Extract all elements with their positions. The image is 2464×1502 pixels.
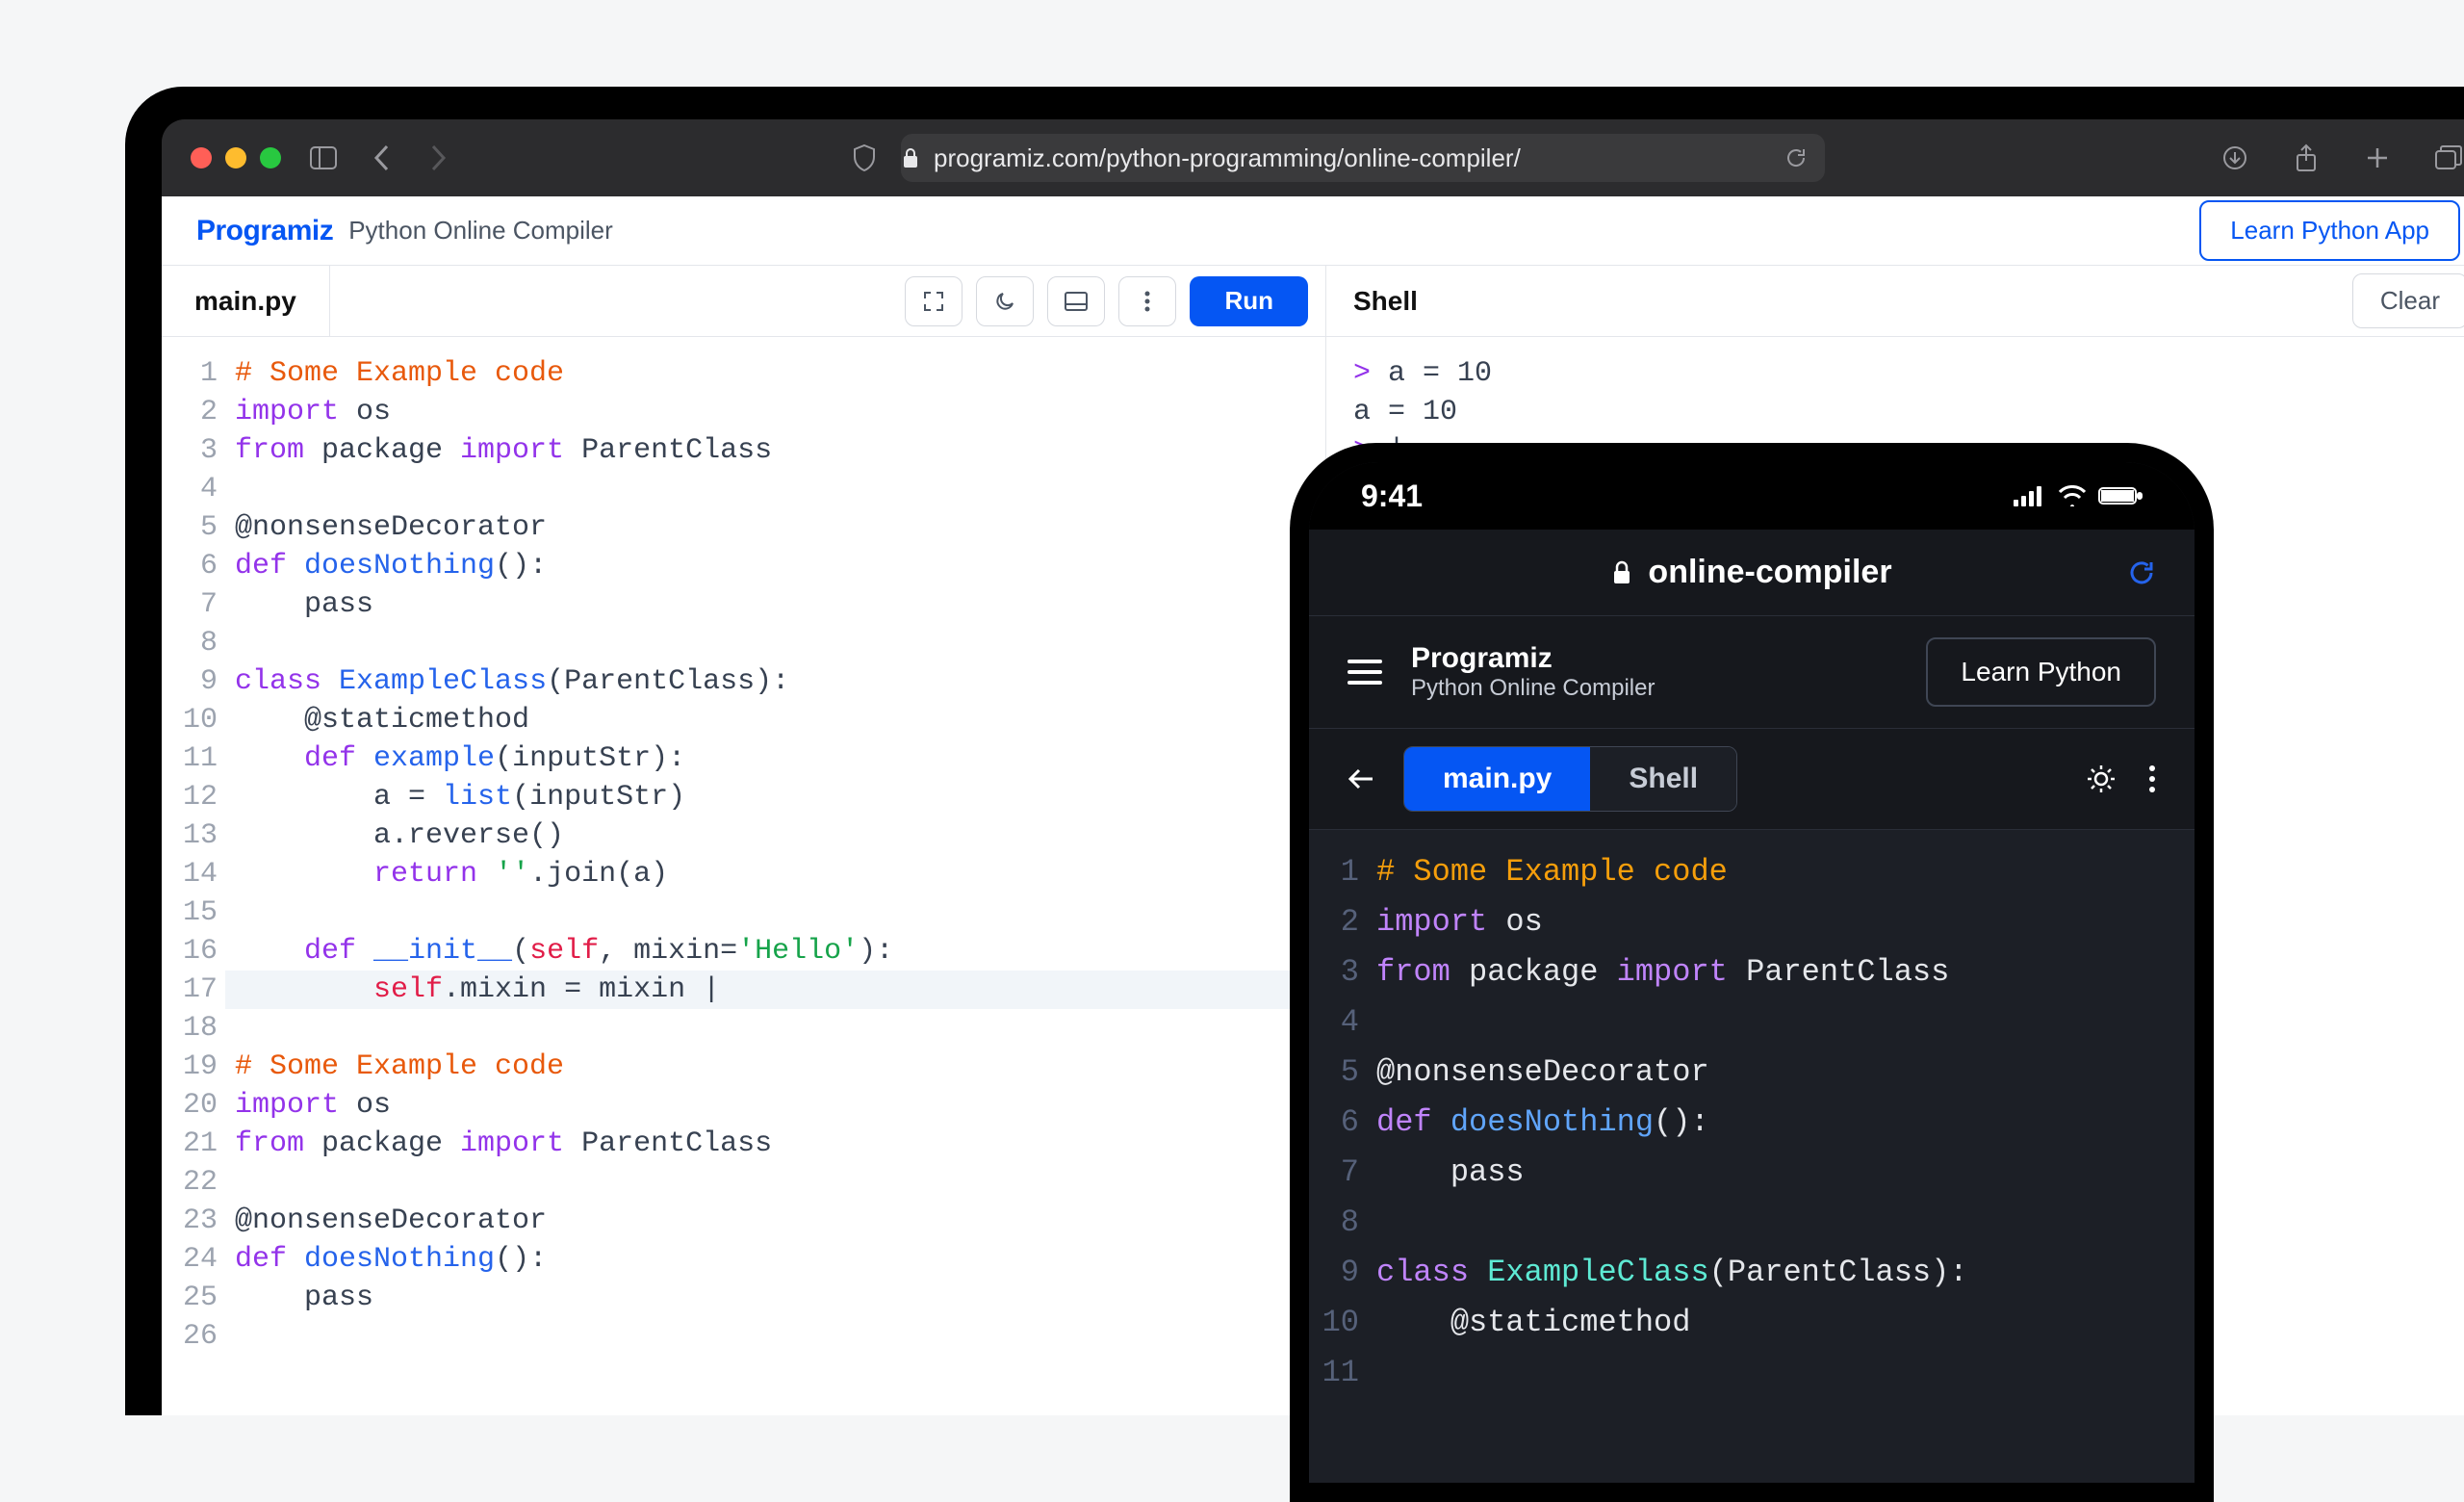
clear-button[interactable]: Clear xyxy=(2352,273,2464,328)
mobile-brand[interactable]: Programiz Python Online Compiler xyxy=(1411,642,1655,702)
sidebar-toggle-icon[interactable] xyxy=(306,141,341,175)
more-options-icon[interactable] xyxy=(1118,276,1176,326)
shell-title: Shell xyxy=(1353,286,1418,317)
mobile-brand-logo: Programiz xyxy=(1411,642,1655,675)
layout-toggle-icon[interactable] xyxy=(1047,276,1105,326)
code-lines[interactable]: # Some Example codeimport osfrom package… xyxy=(235,354,1325,1415)
fullscreen-icon[interactable] xyxy=(905,276,962,326)
mobile-brand-subtitle: Python Online Compiler xyxy=(1411,675,1655,702)
window-zoom-button[interactable] xyxy=(260,147,281,168)
mobile-tabs: main.py Shell xyxy=(1403,746,1737,812)
traffic-lights xyxy=(191,147,281,168)
code-editor[interactable]: 1234567891011121314151617181920212223242… xyxy=(162,337,1325,1415)
chrome-right-buttons xyxy=(2218,141,2464,175)
share-icon[interactable] xyxy=(2289,141,2323,175)
editor-toolbar: main.py Run xyxy=(162,266,1325,337)
nav-forward-button[interactable] xyxy=(420,141,454,175)
mobile-learn-python-button[interactable]: Learn Python xyxy=(1926,637,2156,707)
mobile-tab-shell[interactable]: Shell xyxy=(1590,747,1736,811)
mobile-back-button[interactable] xyxy=(1348,765,1374,792)
nav-arrows xyxy=(366,141,454,175)
lock-icon xyxy=(1611,560,1632,585)
privacy-shield-icon[interactable] xyxy=(847,141,882,175)
new-tab-icon[interactable] xyxy=(2360,141,2395,175)
phone-screen: 9:41 online-compiler xyxy=(1309,462,2194,1483)
tab-main-py[interactable]: main.py xyxy=(162,266,330,336)
cellular-icon xyxy=(2014,485,2046,506)
window-close-button[interactable] xyxy=(191,147,212,168)
shell-header: Shell Clear xyxy=(1326,266,2464,337)
run-button[interactable]: Run xyxy=(1190,276,1308,326)
brand-logo[interactable]: Programiz xyxy=(196,215,333,247)
mobile-tab-main-py[interactable]: main.py xyxy=(1404,747,1590,811)
phone-frame: 9:41 online-compiler xyxy=(1290,443,2214,1502)
reload-icon[interactable] xyxy=(2127,558,2156,587)
status-bar: 9:41 xyxy=(1309,462,2194,530)
editor-pane: main.py Run xyxy=(162,266,1326,1415)
url-text: programiz.com/python-programming/online-… xyxy=(934,143,1521,173)
address-bar[interactable]: programiz.com/python-programming/online-… xyxy=(901,134,1825,182)
site-subtitle: Python Online Compiler xyxy=(348,216,613,246)
hamburger-menu-icon[interactable] xyxy=(1348,660,1382,685)
battery-icon xyxy=(2098,485,2143,506)
window-minimize-button[interactable] xyxy=(225,147,246,168)
lock-icon xyxy=(901,146,920,169)
mobile-toolbar: main.py Shell xyxy=(1309,729,2194,830)
mobile-url-bar[interactable]: online-compiler xyxy=(1309,530,2194,616)
status-time: 9:41 xyxy=(1361,479,1423,514)
nav-back-button[interactable] xyxy=(366,141,400,175)
theme-toggle-icon[interactable] xyxy=(976,276,1034,326)
browser-chrome: programiz.com/python-programming/online-… xyxy=(162,119,2464,196)
mobile-url-text: online-compiler xyxy=(1648,554,1891,591)
mobile-code-editor[interactable]: 1234567891011 # Some Example codeimport … xyxy=(1309,830,2194,1483)
site-logo-row: Programiz Python Online Compiler xyxy=(196,215,613,247)
mobile-site-header: Programiz Python Online Compiler Learn P… xyxy=(1309,616,2194,729)
learn-python-app-button[interactable]: Learn Python App xyxy=(2199,200,2460,261)
mobile-code-lines[interactable]: # Some Example codeimport osfrom package… xyxy=(1376,847,2194,1483)
wifi-icon xyxy=(2058,485,2087,506)
downloads-icon[interactable] xyxy=(2218,141,2252,175)
address-bar-wrapper: programiz.com/python-programming/online-… xyxy=(479,134,2193,182)
site-header: Programiz Python Online Compiler Learn P… xyxy=(162,196,2464,266)
tabs-overview-icon[interactable] xyxy=(2431,141,2464,175)
reload-icon[interactable] xyxy=(1784,146,1808,169)
line-gutter: 1234567891011121314151617181920212223242… xyxy=(162,354,235,1415)
mobile-theme-toggle-icon[interactable] xyxy=(2087,764,2116,793)
mobile-line-gutter: 1234567891011 xyxy=(1309,847,1376,1483)
mobile-more-options-icon[interactable] xyxy=(2148,764,2156,793)
